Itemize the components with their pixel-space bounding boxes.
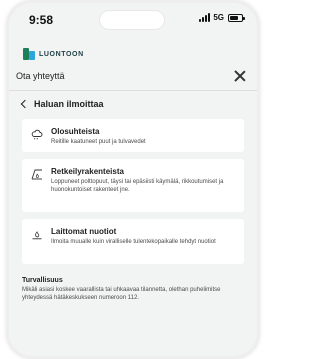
dynamic-island: [99, 10, 165, 30]
safety-title: Turvallisuus: [22, 277, 63, 284]
logo-text: LUONTOON: [39, 50, 84, 58]
weather-icon: [31, 129, 43, 140]
header-divider: [9, 90, 257, 91]
signal-icon: [199, 13, 211, 22]
status-indicators: 5G: [199, 13, 245, 22]
campfire-icon: [31, 169, 42, 180]
status-bar: 9:58 5G: [9, 3, 257, 37]
option-description: Loppuneet polttopuut, täysi tai epäsiist…: [51, 179, 224, 194]
modal-header: Ota yhteyttä: [9, 62, 257, 90]
network-label: 5G: [213, 13, 224, 22]
option-card-illegal-fires[interactable]: Laittomat nuotiot Ilmoita muualle kuin v…: [22, 219, 244, 264]
safety-notice: Turvallisuus Mikäli asiasi koskee vaaral…: [22, 277, 246, 303]
brand-logo: LUONTOON: [23, 48, 84, 60]
option-title: Olosuhteista: [51, 127, 100, 136]
fire-icon: [32, 231, 42, 240]
battery-level: [230, 15, 238, 20]
close-icon[interactable]: [233, 69, 247, 83]
option-description: Reitille kaatuneet puut ja tulvavedet: [51, 139, 146, 145]
safety-text: Mikäli asiasi koskee vaarallista tai uhk…: [22, 287, 221, 302]
chevron-left-icon: [20, 99, 30, 109]
option-title: Laittomat nuotiot: [51, 227, 117, 236]
phone-frame: 9:58 5G LUONTOON Ota yhteyttä Haluan ilm…: [6, 0, 260, 359]
luontoon-logo-icon: [23, 48, 35, 60]
option-card-conditions[interactable]: Olosuhteista Reitille kaatuneet puut ja …: [22, 119, 244, 152]
page-title: Ota yhteyttä: [16, 71, 65, 81]
battery-icon: [228, 13, 245, 22]
back-label: Haluan ilmoittaa: [34, 99, 104, 109]
back-button[interactable]: Haluan ilmoittaa: [20, 99, 104, 109]
option-title: Retkeilyrakenteista: [51, 167, 124, 176]
option-card-structures[interactable]: Retkeilyrakenteista Loppuneet polttopuut…: [22, 159, 244, 212]
option-description: Ilmoita muualle kuin viralliselle tulent…: [51, 239, 216, 245]
status-time: 9:58: [29, 13, 54, 27]
